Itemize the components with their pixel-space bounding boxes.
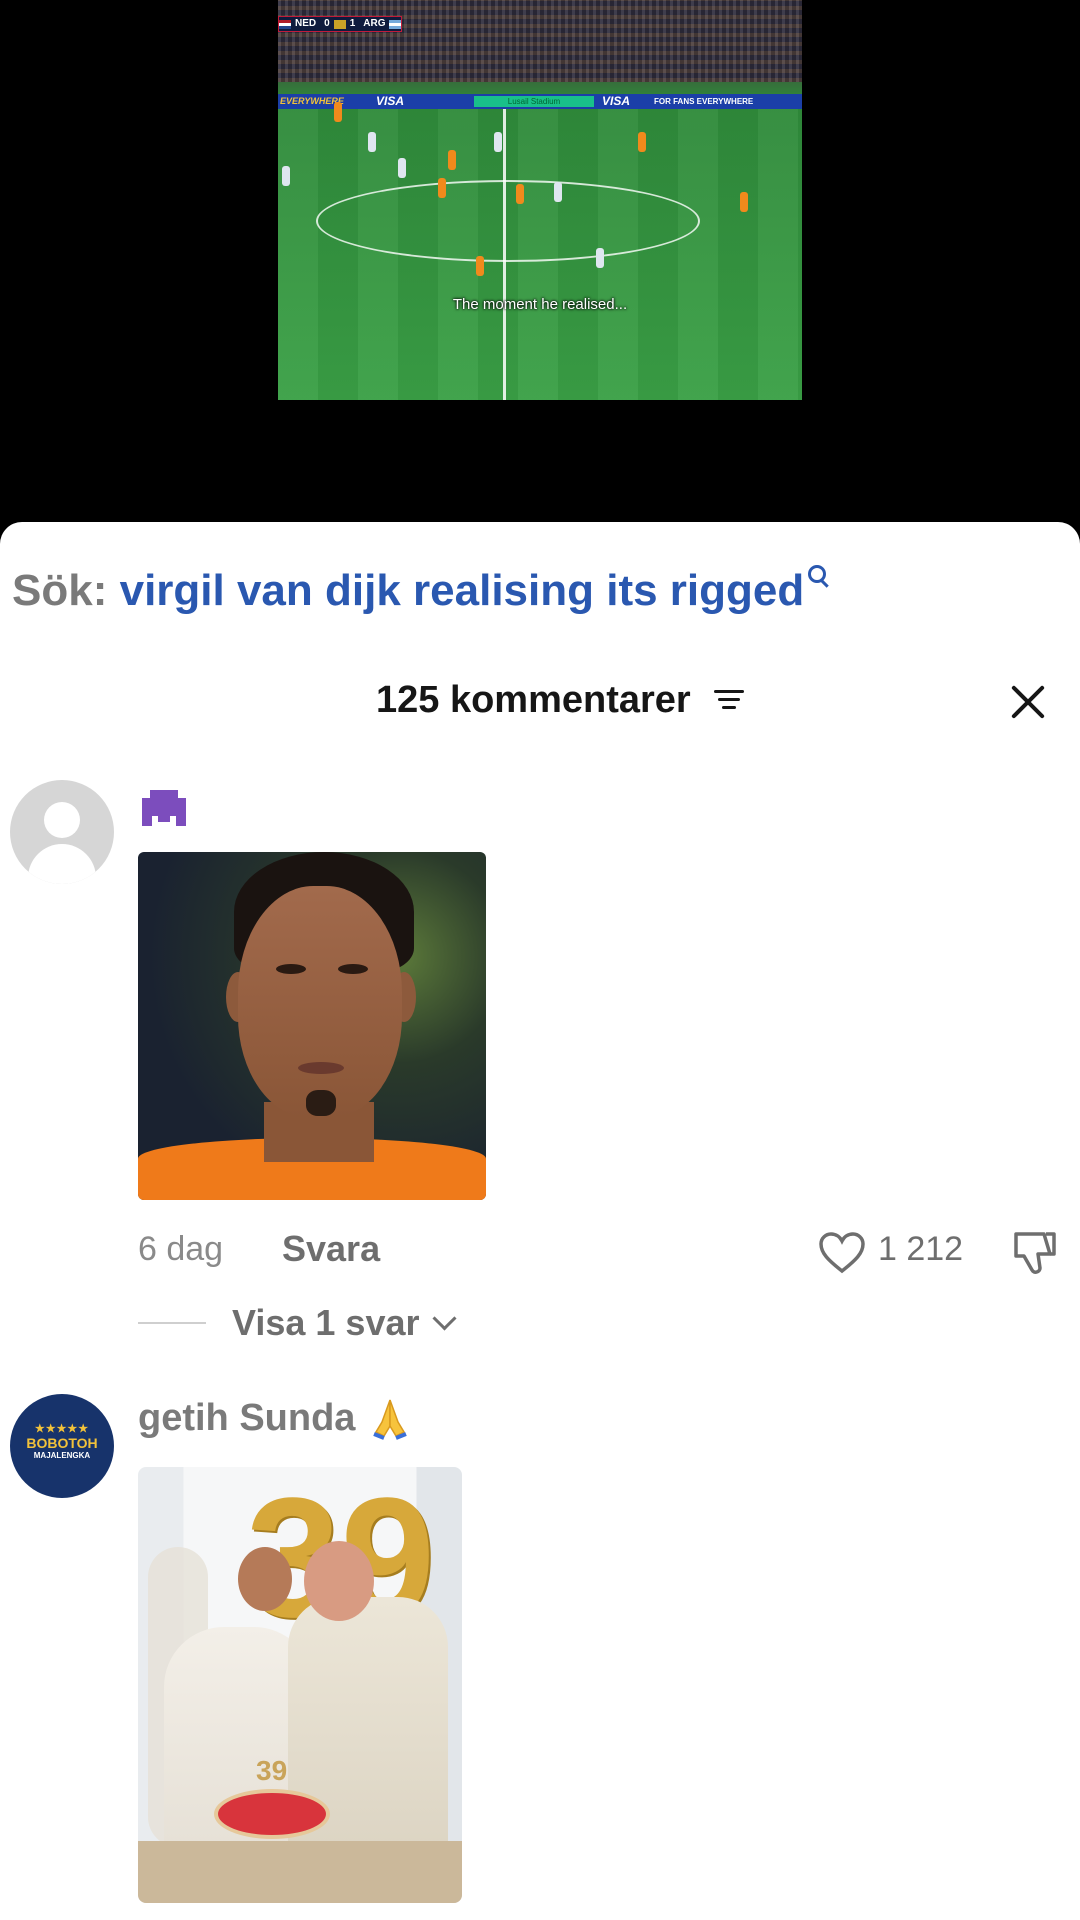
player (398, 158, 406, 178)
alien-monster-icon (140, 788, 188, 828)
folded-hands-icon (373, 1399, 407, 1440)
ad-tagline: FOR FANS EVERYWHERE (654, 97, 754, 106)
replies-divider (138, 1322, 206, 1324)
reply-button[interactable]: Svara (282, 1226, 380, 1272)
close-icon[interactable] (1008, 682, 1048, 722)
avatar[interactable]: ★★★★★ BOBOTOH MAJALENGKA (10, 1394, 114, 1498)
player (334, 102, 342, 122)
comments-header: 125 kommentarer (0, 670, 1080, 730)
eye (276, 964, 306, 974)
filter-icon[interactable] (714, 688, 744, 712)
player (448, 150, 456, 170)
player (438, 178, 446, 198)
avatar-club-name: BOBOTOH (26, 1435, 98, 1451)
avatar-stars: ★★★★★ (34, 1423, 90, 1435)
ad-board: EVERYWHERE VISA Lusail Stadium VISA FOR … (278, 94, 802, 109)
player (368, 132, 376, 152)
ad-visa-right: VISA (602, 94, 631, 108)
ad-visa-left: VISA (376, 94, 405, 108)
view-replies-label[interactable]: Visa 1 svar (232, 1300, 420, 1346)
comment-image[interactable] (138, 852, 486, 1200)
away-score: 1 (349, 18, 356, 29)
player (740, 192, 748, 212)
avatar[interactable] (10, 780, 114, 884)
search-suggestion[interactable]: Sök: virgil van dijk realising its rigge… (12, 565, 827, 616)
stadium-crowd (278, 0, 802, 82)
ad-stadium: Lusail Stadium (474, 96, 594, 107)
player (554, 182, 562, 202)
video-frame[interactable]: NED 0 1 ARG EVERYWHERE VISA Lusail Stadi… (278, 0, 802, 400)
chevron-down-icon[interactable] (432, 1306, 457, 1331)
eye (338, 964, 368, 974)
scorebug: NED 0 1 ARG (278, 16, 403, 32)
comments-sheet: Sök: virgil van dijk realising its rigge… (0, 522, 1080, 1920)
heart-icon[interactable] (818, 1232, 866, 1274)
head (238, 1547, 292, 1611)
head (304, 1541, 374, 1621)
thumbs-down-icon[interactable] (1010, 1230, 1058, 1276)
comment-time: 6 dag (138, 1230, 224, 1268)
player (638, 132, 646, 152)
video-player[interactable]: NED 0 1 ARG EVERYWHERE VISA Lusail Stadi… (0, 0, 1080, 525)
home-team: NED (295, 18, 317, 29)
cake (214, 1789, 330, 1839)
netherlands-flag-icon (279, 19, 291, 29)
table (138, 1841, 462, 1903)
home-score: 0 (324, 18, 330, 29)
player (494, 132, 502, 152)
argentina-flag-icon (389, 19, 402, 29)
away-team: ARG (363, 18, 386, 29)
comment-meta: 6 dag Svara 1 212 (138, 1226, 1058, 1274)
cake-topper: 39 (256, 1755, 288, 1786)
avatar-body (28, 844, 96, 884)
world-cup-icon (333, 19, 346, 29)
face (238, 886, 402, 1118)
like-count: 1 212 (878, 1230, 964, 1268)
centre-circle (316, 180, 700, 262)
player (282, 166, 290, 186)
username[interactable]: getih Sunda (138, 1395, 355, 1441)
mouth (298, 1062, 344, 1074)
player (476, 256, 484, 276)
player (516, 184, 524, 204)
comment-image[interactable]: 39 39 (138, 1467, 462, 1903)
search-prefix: Sök: (12, 566, 108, 615)
search-query-link[interactable]: virgil van dijk realising its rigged (120, 566, 805, 615)
avatar-club-city: MAJALENGKA (33, 1451, 91, 1460)
beard (306, 1090, 336, 1116)
comment-count: 125 kommentarer (376, 679, 691, 721)
avatar-head (44, 802, 80, 838)
search-icon[interactable] (808, 565, 827, 583)
player (596, 248, 604, 268)
video-caption: The moment he realised... (452, 296, 628, 313)
